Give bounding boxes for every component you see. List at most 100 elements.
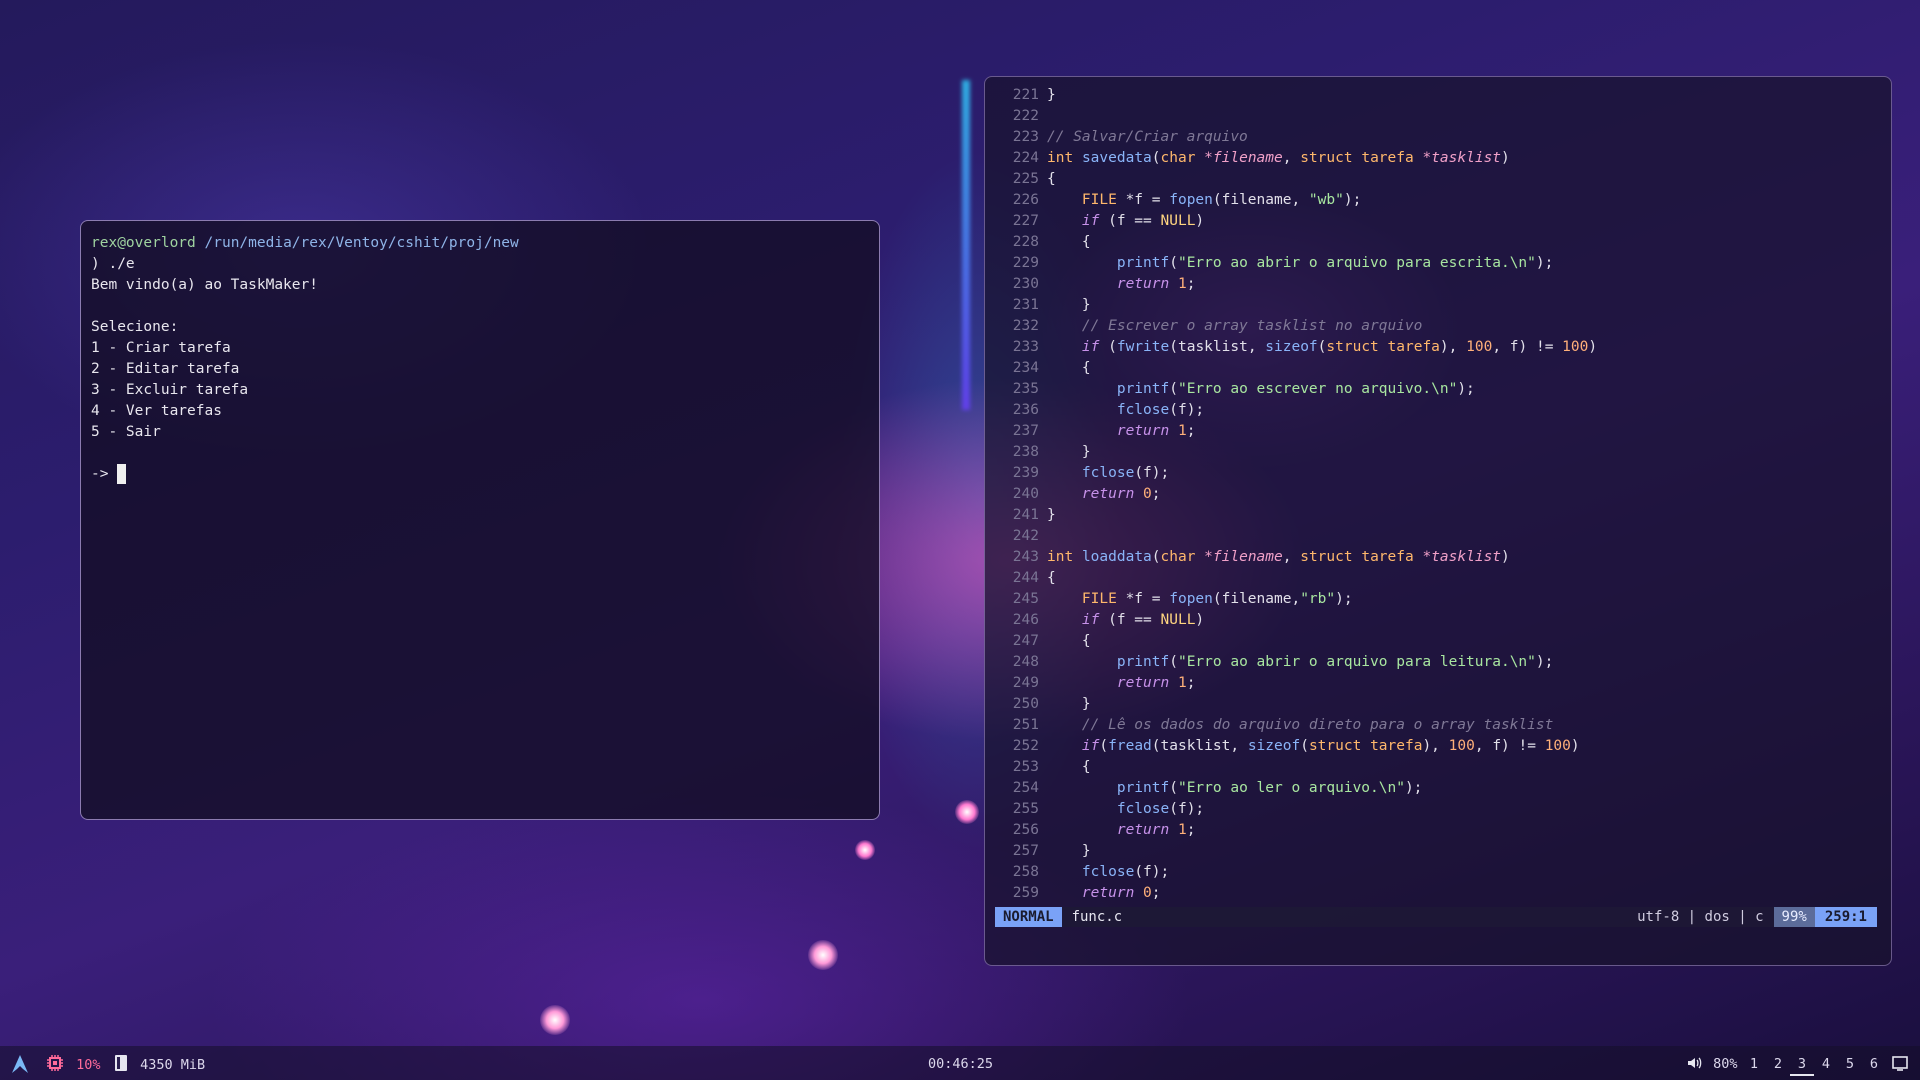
code-line: 240 return 0; [995,484,1881,505]
line-number: 248 [1012,654,1039,670]
code-line: 232 // Escrever o array tasklist no arqu… [995,316,1881,337]
text-cursor [117,464,127,484]
workspace-1[interactable]: 1 [1742,1054,1766,1074]
code-line: 230 return 1; [995,274,1881,295]
workspace-2[interactable]: 2 [1766,1054,1790,1074]
editor-statusline: NORMAL func.c utf-8 | dos | c 99% 259:1 [995,907,1877,927]
mode-indicator: NORMAL [995,907,1062,927]
code-line: 245 FILE *f = fopen(filename,"rb"); [995,589,1881,610]
taskbar: 10% 4350 MiB 00:46:25 80% 123456 [0,1046,1920,1080]
code-line: 255 fclose(f); [995,799,1881,820]
line-number: 256 [1012,822,1039,838]
code-line: 254 printf("Erro ao ler o arquivo.\n"); [995,778,1881,799]
code-text: fclose(f); [1116,801,1205,817]
code-text: printf("Erro ao escrever no arquivo.\n")… [1116,381,1475,397]
input-prompt: -> [91,466,118,482]
code-text: return 0; [1081,486,1161,502]
code-line: 226 FILE *f = fopen(filename, "wb"); [995,190,1881,211]
code-line: 224 int savedata(char *filename, struct t… [995,148,1881,169]
code-area[interactable]: 221} 222 223 // Salvar/Criar arquivo 224 int … [995,85,1881,904]
volume-level: 80% [1713,1056,1738,1072]
file-encoding: utf-8 | dos | c [1637,909,1764,925]
code-line: 235 printf("Erro ao escrever no arquivo.… [995,379,1881,400]
code-line: 244 { [995,568,1881,589]
cpu-widget[interactable]: 10% [46,1054,101,1074]
line-number: 243 [1012,549,1039,565]
code-text: fclose(f); [1116,402,1205,418]
line-number: 229 [1012,255,1039,271]
layout-button[interactable] [1892,1054,1908,1074]
volume-widget[interactable]: 80% [1686,1054,1738,1074]
code-line: 229 printf("Erro ao abrir o arquivo para… [995,253,1881,274]
code-line: 256 return 1; [995,820,1881,841]
line-number: 255 [1012,801,1039,817]
code-line: 231 } [995,295,1881,316]
wallpaper-light [808,940,838,970]
code-text: { [1047,171,1056,187]
code-text: } [1047,297,1091,313]
terminal-input-line[interactable]: -> [91,464,869,485]
code-line: 243 int loaddata(char *filename, struct t… [995,547,1881,568]
code-text: return 1; [1116,675,1196,691]
memory-usage: 4350 MiB [140,1057,206,1073]
terminal-output-line: 2 - Editar tarefa [91,361,240,377]
code-text: { [1047,234,1091,250]
code-line: 228 { [995,232,1881,253]
terminal-window[interactable]: rex@overlord /run/media/rex/Ventoy/cshit… [80,220,880,820]
line-number: 250 [1012,696,1039,712]
code-line: 233 if (fwrite(tasklist, sizeof(struct t… [995,337,1881,358]
code-line: 225 { [995,169,1881,190]
terminal-output-line: 5 - Sair [91,424,161,440]
launcher-button[interactable] [10,1054,30,1074]
line-number: 241 [1012,507,1039,523]
line-number: 225 [1012,171,1039,187]
editor-window[interactable]: 221} 222 223 // Salvar/Criar arquivo 224 int … [984,76,1892,966]
workspace-3[interactable]: 3 [1790,1054,1814,1076]
line-number: 257 [1012,843,1039,859]
line-number: 239 [1012,465,1039,481]
line-number: 254 [1012,780,1039,796]
code-text: return 0; [1081,885,1161,901]
code-text: if(fread(tasklist, sizeof(struct tarefa)… [1081,738,1580,754]
terminal-output-line: Selecione: [91,319,179,335]
code-line: 259 return 0; [995,883,1881,904]
code-line: 222 [995,106,1881,127]
line-number: 240 [1012,486,1039,502]
code-line: 249 return 1; [995,673,1881,694]
code-text: FILE *f = fopen(filename,"rb"); [1081,591,1353,607]
code-text: int loaddata(char *filename, struct tare… [1047,549,1510,565]
terminal-output: Bem vindo(a) ao TaskMaker! Selecione: 1 - … [91,275,869,464]
line-number: 247 [1012,633,1039,649]
code-text: printf("Erro ao abrir o arquivo para esc… [1116,255,1554,271]
code-line: 257 } [995,841,1881,862]
scroll-percent: 99% [1773,907,1815,927]
code-line: 221} [995,85,1881,106]
code-text: fclose(f); [1081,465,1170,481]
workspace-6[interactable]: 6 [1862,1054,1886,1074]
code-line: 253 { [995,757,1881,778]
code-line: 242 [995,526,1881,547]
workspace-5[interactable]: 5 [1838,1054,1862,1074]
code-text: printf("Erro ao abrir o arquivo para lei… [1116,654,1554,670]
code-line: 258 fclose(f); [995,862,1881,883]
line-number: 224 [1012,150,1039,166]
cpu-icon [47,1055,63,1071]
line-number: 228 [1012,234,1039,250]
code-text: { [1047,360,1091,376]
code-text: if (f == NULL) [1081,213,1205,229]
wallpaper-light [855,840,875,860]
code-line: 252 if(fread(tasklist, sizeof(struct tar… [995,736,1881,757]
terminal-output-line: 3 - Excluir tarefa [91,382,249,398]
line-number: 222 [1012,108,1039,124]
clock[interactable]: 00:46:25 [928,1054,993,1074]
line-number: 245 [1012,591,1039,607]
code-text: { [1047,633,1091,649]
code-line: 241} [995,505,1881,526]
line-number: 237 [1012,423,1039,439]
workspace-4[interactable]: 4 [1814,1054,1838,1074]
cursor-position: 259:1 [1814,907,1877,927]
code-line: 237 return 1; [995,421,1881,442]
memory-widget[interactable]: 4350 MiB [114,1054,205,1074]
prompt-path: /run/media/rex/Ventoy/cshit/proj/new [204,235,519,251]
code-text: return 1; [1116,276,1196,292]
